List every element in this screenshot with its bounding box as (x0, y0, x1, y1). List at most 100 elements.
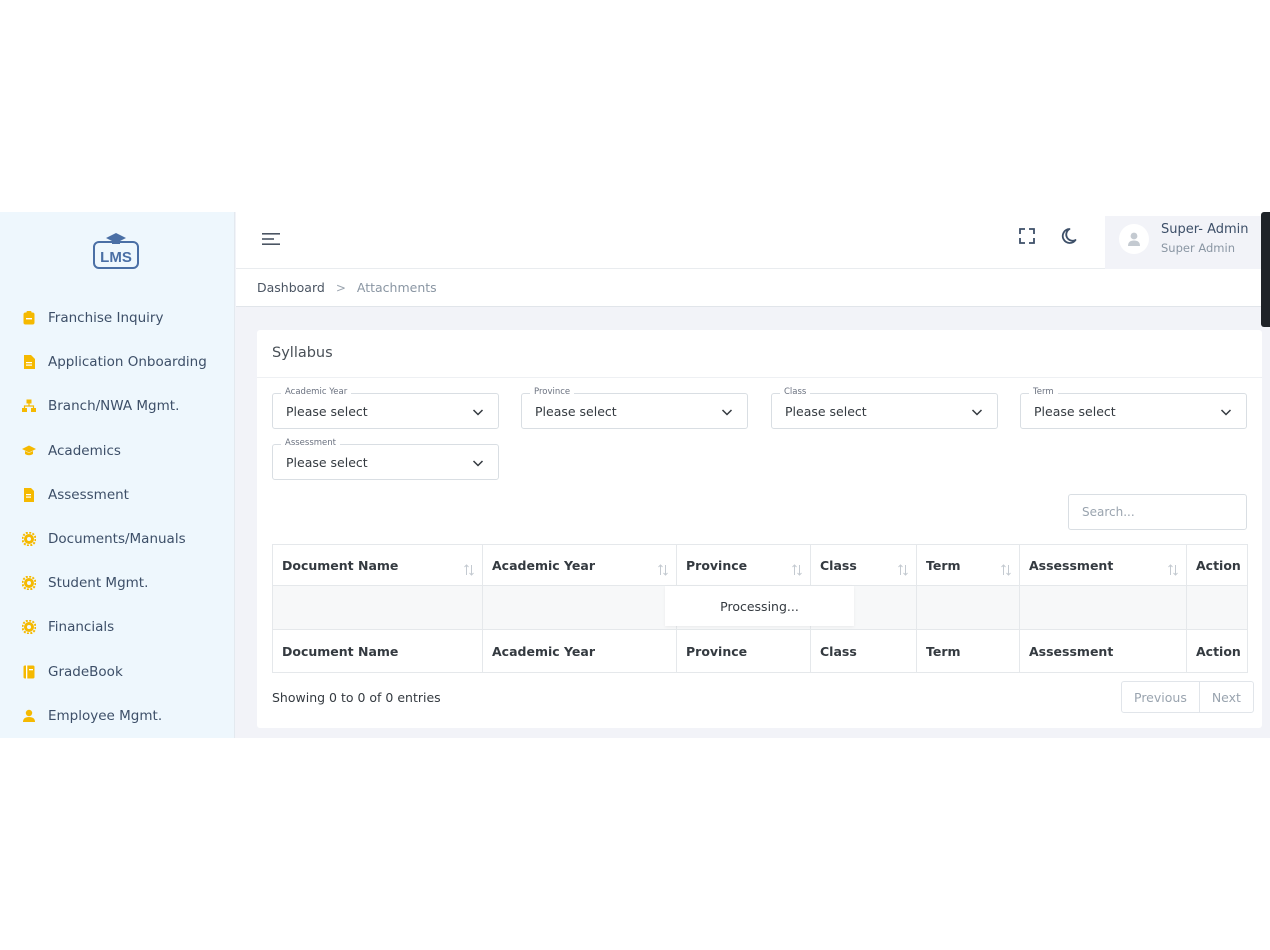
footer-academic-year: Academic Year (482, 629, 677, 673)
card-title: Syllabus (272, 345, 333, 361)
footer-term: Term (916, 629, 1020, 673)
graduation-cap-icon (22, 444, 36, 458)
sidebar-item-branch-nwa-mgmt[interactable]: Branch/NWA Mgmt. (0, 384, 234, 428)
previous-button[interactable]: Previous (1122, 682, 1199, 712)
breadcrumb: Dashboard > Attachments (236, 269, 1270, 307)
column-header-action: Action (1186, 544, 1248, 586)
file-icon (22, 355, 36, 370)
chevron-down-icon (971, 409, 983, 416)
chevron-down-icon (721, 409, 733, 416)
sort-icon (464, 564, 474, 576)
column-header-province[interactable]: Province (676, 544, 811, 586)
logo-text: LMS (100, 249, 132, 266)
gear-icon (22, 576, 36, 591)
sidebar-item-label: Assessment (48, 486, 129, 503)
syllabus-card: Syllabus Academic Year Please select Pro… (257, 330, 1262, 728)
sidebar-item-label: Franchise Inquiry (48, 310, 164, 327)
sidebar-item-documents-manuals[interactable]: Documents/Manuals (0, 517, 234, 561)
user-role: Super Admin (1161, 241, 1235, 255)
sidebar-item-student-mgmt[interactable]: Student Mgmt. (0, 561, 234, 605)
sidebar-item-academics[interactable]: Academics (0, 429, 234, 473)
sidebar-item-application-onboarding[interactable]: Application Onboarding (0, 340, 234, 384)
province-value: Please select (535, 404, 617, 419)
breadcrumb-separator: > (335, 280, 346, 295)
assessment-select[interactable]: Assessment Please select (272, 438, 499, 480)
class-value: Please select (785, 404, 867, 419)
sidebar-item-employee-mgmt[interactable]: Employee Mgmt. (0, 694, 234, 738)
column-header-document-name[interactable]: Document Name (272, 544, 483, 586)
province-label: Province (530, 387, 575, 397)
sort-icon (658, 564, 668, 576)
user-name: Super- Admin (1161, 222, 1249, 237)
side-toolbar-widget[interactable] (1261, 212, 1270, 327)
app-window: LMS Franchise Inquiry Application Onboar… (0, 212, 1270, 738)
chevron-down-icon (472, 460, 484, 467)
footer-province: Province (676, 629, 811, 673)
table-header-row: Document Name Academic Year Province Cla… (272, 544, 1248, 586)
table-footer-row: Document Name Academic Year Province Cla… (272, 629, 1248, 673)
fullscreen-icon[interactable] (1016, 225, 1038, 247)
footer-class: Class (810, 629, 917, 673)
topbar: Super- Admin Super Admin (236, 212, 1270, 269)
column-header-class[interactable]: Class (810, 544, 917, 586)
column-header-term[interactable]: Term (916, 544, 1020, 586)
term-select[interactable]: Term Please select (1020, 387, 1247, 429)
card-divider (257, 377, 1262, 378)
class-label: Class (780, 387, 811, 397)
sidebar-item-label: Documents/Manuals (48, 531, 186, 548)
footer-document-name: Document Name (272, 629, 483, 673)
sort-icon (898, 564, 908, 576)
sidebar-item-label: Student Mgmt. (48, 575, 149, 592)
sort-icon (1001, 564, 1011, 576)
sidebar-nav: Franchise Inquiry Application Onboarding… (0, 296, 234, 738)
sidebar-item-franchise-inquiry[interactable]: Franchise Inquiry (0, 296, 234, 340)
sidebar-item-label: Employee Mgmt. (48, 707, 163, 724)
sort-icon (1168, 564, 1178, 576)
sidebar: LMS Franchise Inquiry Application Onboar… (0, 212, 235, 738)
breadcrumb-dashboard[interactable]: Dashboard (257, 280, 325, 295)
academic-year-select[interactable]: Academic Year Please select (272, 387, 499, 429)
province-select[interactable]: Province Please select (521, 387, 748, 429)
sidebar-item-label: Academics (48, 442, 121, 459)
academic-year-value: Please select (286, 404, 368, 419)
moon-icon[interactable] (1060, 225, 1082, 247)
column-header-academic-year[interactable]: Academic Year (482, 544, 677, 586)
search-input[interactable] (1068, 494, 1247, 530)
footer-assessment: Assessment (1019, 629, 1187, 673)
user-avatar-icon (1128, 232, 1140, 246)
user-menu[interactable]: Super- Admin Super Admin (1105, 216, 1270, 269)
gear-icon (22, 620, 36, 635)
user-icon (22, 709, 36, 723)
lms-logo[interactable]: LMS (92, 230, 140, 270)
table-info: Showing 0 to 0 of 0 entries (272, 690, 441, 705)
breadcrumb-current: Attachments (356, 280, 437, 295)
sort-icon (792, 564, 802, 576)
pagination: Previous Next (1121, 681, 1254, 713)
document-icon (22, 487, 36, 502)
assessment-value: Please select (286, 455, 368, 470)
sidebar-item-label: Financials (48, 619, 115, 636)
academic-year-label: Academic Year (281, 387, 352, 397)
next-button[interactable]: Next (1198, 682, 1253, 712)
sidebar-item-label: Application Onboarding (48, 354, 207, 371)
book-icon (22, 665, 36, 679)
chevron-down-icon (472, 409, 484, 416)
sidebar-item-assessment[interactable]: Assessment (0, 473, 234, 517)
sidebar-item-label: Branch/NWA Mgmt. (48, 398, 180, 415)
class-select[interactable]: Class Please select (771, 387, 998, 429)
term-label: Term (1029, 387, 1058, 397)
clipboard-icon (22, 311, 36, 325)
assessment-label: Assessment (281, 438, 340, 448)
gear-icon (22, 532, 36, 547)
sitemap-icon (22, 399, 36, 413)
footer-action: Action (1186, 629, 1248, 673)
sidebar-item-gradebook[interactable]: GradeBook (0, 650, 234, 694)
menu-toggle-icon[interactable] (260, 228, 282, 250)
processing-indicator: Processing... (665, 586, 854, 626)
avatar (1119, 224, 1149, 254)
chevron-down-icon (1220, 409, 1232, 416)
column-header-assessment[interactable]: Assessment (1019, 544, 1187, 586)
term-value: Please select (1034, 404, 1116, 419)
sidebar-item-financials[interactable]: Financials (0, 605, 234, 649)
sidebar-item-label: GradeBook (48, 663, 123, 680)
